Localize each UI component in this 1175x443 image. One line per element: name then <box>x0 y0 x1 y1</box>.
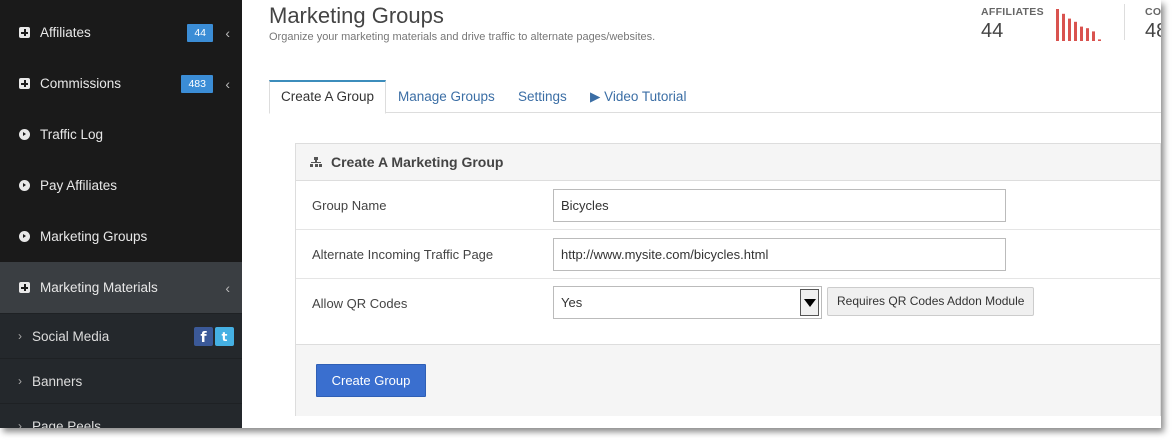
plus-square-icon <box>19 27 30 38</box>
sparkline-bar <box>1092 31 1095 41</box>
plus-square-icon <box>19 78 30 89</box>
sidebar-item-commissions[interactable]: Commissions 483 ‹ <box>0 58 242 109</box>
sidebar-item-label: Marketing Groups <box>40 229 148 244</box>
chevron-right-icon: › <box>18 329 22 343</box>
count-badge: 483 <box>181 74 213 93</box>
sidebar-item-affiliates[interactable]: Affiliates 44 ‹ <box>0 7 242 58</box>
group-name-input[interactable]: Bicycles <box>553 189 1006 222</box>
sidebar-subitem-social-media[interactable]: › Social Media f t <box>0 313 242 358</box>
alternate-page-input[interactable]: http://www.mysite.com/bicycles.html <box>553 238 1006 271</box>
panel-header: Create A Marketing Group <box>296 144 1160 181</box>
create-group-panel: Create A Marketing Group Group Name Bicy… <box>295 143 1161 416</box>
affiliates-sparkline <box>1056 9 1101 41</box>
sidebar-item-pay-affiliates[interactable]: Pay Affiliates <box>0 160 242 211</box>
plus-square-icon <box>19 282 30 293</box>
sidebar-subitem-page-peels[interactable]: › Page Peels <box>0 403 242 428</box>
chevron-right-icon: › <box>18 419 22 428</box>
facebook-icon: f <box>194 327 213 346</box>
chevron-left-icon: ‹ <box>225 279 230 296</box>
sitemap-icon <box>310 156 322 168</box>
create-group-button[interactable]: Create Group <box>316 364 426 397</box>
sidebar-subitem-label: Social Media <box>32 328 110 344</box>
qr-codes-select[interactable]: Yes <box>553 286 822 319</box>
sparkline-bar <box>1068 18 1071 41</box>
select-value: Yes <box>561 295 583 310</box>
sidebar-item-traffic-log[interactable]: Traffic Log <box>0 109 242 160</box>
stat-label: AFFILIATES <box>981 6 1044 18</box>
sparkline-bar <box>1074 21 1077 41</box>
tab-video-tutorial[interactable]: ▶ Video Tutorial <box>579 80 697 113</box>
sparkline-bar <box>1086 28 1089 41</box>
stat-divider <box>1124 4 1125 40</box>
chevron-left-icon: ‹ <box>225 75 230 92</box>
app-window: Affiliates 44 ‹ Commissions 483 ‹ Traffi… <box>0 0 1161 428</box>
stat-value: 48 <box>1145 20 1161 42</box>
sidebar-item-marketing-materials[interactable]: Marketing Materials ‹ <box>0 262 242 313</box>
chevron-left-icon: ‹ <box>225 24 230 41</box>
circle-arrow-icon <box>19 231 30 242</box>
sparkline-bar <box>1098 39 1101 41</box>
stat-label: CO <box>1145 6 1161 18</box>
circle-arrow-icon <box>19 180 30 191</box>
sidebar-item-label: Marketing Materials <box>40 280 158 295</box>
tab-manage-groups[interactable]: Manage Groups <box>387 80 506 113</box>
panel-title: Create A Marketing Group <box>331 154 504 170</box>
page-subtitle: Organize your marketing materials and dr… <box>269 31 656 43</box>
tab-bar: Create A Group Manage Groups Settings ▶ … <box>269 80 1161 114</box>
form-row-alternate-page: Alternate Incoming Traffic Page http://w… <box>296 230 1160 279</box>
sidebar-item-label: Pay Affiliates <box>40 178 118 193</box>
sidebar-subitem-label: Page Peels <box>32 418 102 429</box>
count-badge: 44 <box>187 23 213 42</box>
sidebar-item-marketing-groups[interactable]: Marketing Groups <box>0 211 242 262</box>
stat-value: 44 <box>981 20 1004 42</box>
form-row-qr-codes: Allow QR Codes Yes Requires QR Codes Add… <box>296 279 1160 328</box>
dropdown-arrow-icon[interactable] <box>800 289 819 316</box>
circle-arrow-icon <box>19 129 30 140</box>
qr-addon-button[interactable]: Requires QR Codes Addon Module <box>827 287 1035 316</box>
social-icons: f t <box>194 327 234 346</box>
sparkline-bar <box>1080 26 1083 41</box>
sparkline-bar <box>1062 13 1065 41</box>
field-label: Alternate Incoming Traffic Page <box>312 247 494 262</box>
panel-footer: Create Group <box>296 344 1160 416</box>
form-row-group-name: Group Name Bicycles <box>296 181 1160 230</box>
sidebar-subitem-label: Banners <box>32 373 83 389</box>
sidebar-item-label: Traffic Log <box>40 127 104 142</box>
page-title: Marketing Groups <box>269 3 444 28</box>
stat-commissions: CO 48 <box>1145 6 1161 43</box>
tab-settings[interactable]: Settings <box>507 80 578 113</box>
twitter-icon: t <box>215 327 234 346</box>
field-label: Group Name <box>312 198 387 213</box>
sidebar: Affiliates 44 ‹ Commissions 483 ‹ Traffi… <box>0 0 242 428</box>
tab-create-a-group[interactable]: Create A Group <box>269 80 387 114</box>
sidebar-item-label: Commissions <box>40 76 122 91</box>
sidebar-item-label: Affiliates <box>40 25 91 40</box>
sparkline-bar <box>1056 9 1059 41</box>
sidebar-subitem-banners[interactable]: › Banners <box>0 358 242 403</box>
field-label: Allow QR Codes <box>312 296 408 311</box>
stat-affiliates: AFFILIATES 44 <box>981 6 1044 43</box>
main-content: Marketing Groups Organize your marketing… <box>242 0 1161 428</box>
chevron-right-icon: › <box>18 374 22 388</box>
